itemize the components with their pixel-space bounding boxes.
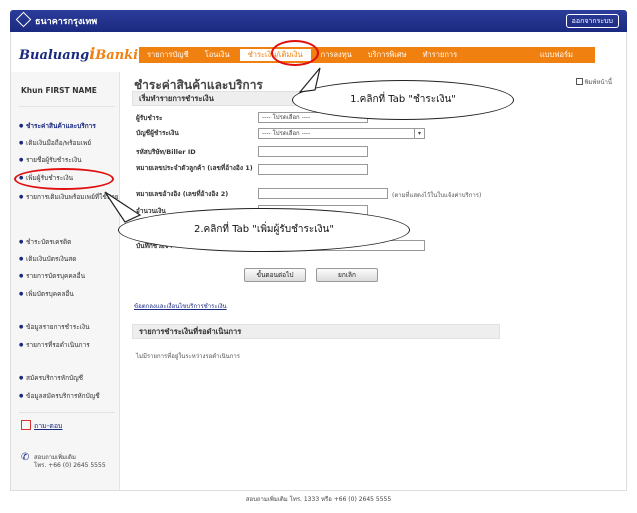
help-label: ถาม-ตอบ (34, 422, 63, 430)
account-select[interactable]: ---- โปรดเลือก ---- ▾ (258, 128, 425, 139)
pending-section-header: รายการชำระเงินที่รอดำเนินการ (132, 324, 500, 339)
ibanking-logo: BualuangiBanking (19, 44, 157, 63)
ref1-input[interactable] (258, 164, 368, 175)
sidebar-item-payment-info[interactable]: ข้อมูลรายการชำระเงิน (19, 323, 123, 332)
tab-investment[interactable]: การลงทุน (313, 47, 360, 63)
sidebar: Khun FIRST NAME ชำระค่าสินค้าและบริการ เ… (10, 72, 120, 490)
tab-forms[interactable]: แบบฟอร์ม (532, 47, 595, 63)
sidebar-item-direct-debit-info[interactable]: ข้อมูลสมัครบริการหักบัญชี (19, 392, 123, 401)
terms-link[interactable]: ข้อตกลงและเงื่อนไขบริการชำระเงิน (134, 301, 227, 311)
sidebar-item-other-cards[interactable]: รายการบัตรบุคคลอื่น (19, 272, 123, 281)
sidebar-item-direct-debit[interactable]: สมัครบริการหักบัญชี (19, 374, 123, 383)
ref2-label: หมายเลขอ้างอิง (เลขที่อ้างอิง 2) (136, 190, 229, 198)
printer-icon (575, 78, 583, 85)
sidebar-divider (19, 106, 115, 107)
sidebar-item-topup[interactable]: เติมเงินมือถือ/พร้อมเพย์ (19, 139, 123, 148)
page: ธนาคารกรุงเทพ ออกจากระบบ BualuangiBankin… (0, 0, 637, 513)
tab-accounts[interactable]: รายการบัญชี (139, 47, 197, 63)
highlight-ring-add-payee (14, 168, 114, 190)
main-content: ชำระค่าสินค้าและบริการ พิมพ์หน้านี้ เริ่… (120, 72, 627, 490)
ref1-label: หมายเลขประจำตัวลูกค้า (เลขที่อ้างอิง 1) (136, 164, 253, 172)
amount-note: (ตามที่แสดงไว้ในใบแจ้งค่าบริการ) (392, 192, 482, 199)
bank-logo: ธนาคารกรุงเทพ (15, 11, 98, 28)
sidebar-item-credit-card[interactable]: ชำระบัตรเครดิต (19, 238, 123, 247)
contact-line1: สอบถามเพิ่มเติม (34, 454, 76, 461)
sidebar-divider (19, 412, 115, 413)
footer: สอบถามเพิ่มเติม โทร. 1333 หรือ +66 (0) 2… (10, 490, 627, 503)
next-step-button[interactable]: ขั้นตอนต่อไป (244, 268, 306, 282)
sidebar-item-payee-list[interactable]: รายชื่อผู้รับชำระเงิน (19, 156, 123, 165)
account-label: บัญชีผู้ชำระเงิน (136, 129, 179, 137)
phone-icon: ✆ (21, 452, 30, 463)
tab-transfer[interactable]: โอนเงิน (197, 47, 238, 63)
biller-id-label: รหัสบริษัท/Biller ID (136, 148, 196, 156)
biller-id-input[interactable] (258, 146, 368, 157)
bank-name: ธนาคารกรุงเทพ (35, 17, 98, 27)
chevron-down-icon: ▾ (414, 129, 424, 138)
sidebar-item-add-other-card[interactable]: เพิ่มบัตรบุคคลอื่น (19, 290, 123, 299)
help-link[interactable]: ถาม-ตอบ (21, 420, 63, 432)
ref2-input[interactable] (258, 188, 388, 199)
pending-empty-message: ไม่มีรายการที่อยู่ในระหว่างรอดำเนินการ (136, 353, 241, 360)
brand-part1: Bualuang (19, 48, 90, 63)
highlight-ring-payment-tab (271, 40, 319, 66)
main-nav-tabs: รายการบัญชี โอนเงิน ชำระเงิน/เติมเงิน กา… (139, 47, 595, 63)
sidebar-item-pending[interactable]: รายการที่รอดำเนินการ (19, 341, 123, 350)
help-icon (21, 420, 31, 430)
top-header-bar: ธนาคารกรุงเทพ ออกจากระบบ (10, 10, 627, 32)
print-label: พิมพ์หน้านี้ (584, 79, 612, 86)
sidebar-item-frequent-topup[interactable]: รายการเติมเงินพร้อมเพย์ที่ใช้บ่อย (19, 193, 123, 202)
tab-special-services[interactable]: บริการพิเศษ (360, 47, 415, 63)
payee-select-value: ---- โปรดเลือก ---- (262, 114, 311, 121)
user-name: Khun FIRST NAME (21, 86, 97, 95)
sidebar-item-pay-bills[interactable]: ชำระค่าสินค้าและบริการ (19, 122, 123, 131)
tab-transactions[interactable]: ทำรายการ (415, 47, 466, 63)
account-select-value: ---- โปรดเลือก ---- (262, 130, 311, 137)
logout-button[interactable]: ออกจากระบบ (565, 14, 619, 28)
bank-emblem-icon (15, 11, 32, 28)
sidebar-item-cash-card[interactable]: เติมเงินบัตรเงินสด (19, 255, 123, 264)
contact-info: ✆ สอบถามเพิ่มเติม โทร. +66 (0) 2645 5555 (21, 452, 106, 470)
payee-label: ผู้รับชำระ (136, 114, 163, 122)
callout-step1: 1.คลิกที่ Tab "ชำระเงิน" (292, 80, 514, 120)
cancel-button[interactable]: ยกเลิก (316, 268, 378, 282)
print-link[interactable]: พิมพ์หน้านี้ (575, 77, 612, 87)
callout-step2: 2.คลิกที่ Tab "เพิ่มผู้รับชำระเงิน" (118, 208, 410, 252)
contact-line2: โทร. +66 (0) 2645 5555 (34, 462, 106, 469)
